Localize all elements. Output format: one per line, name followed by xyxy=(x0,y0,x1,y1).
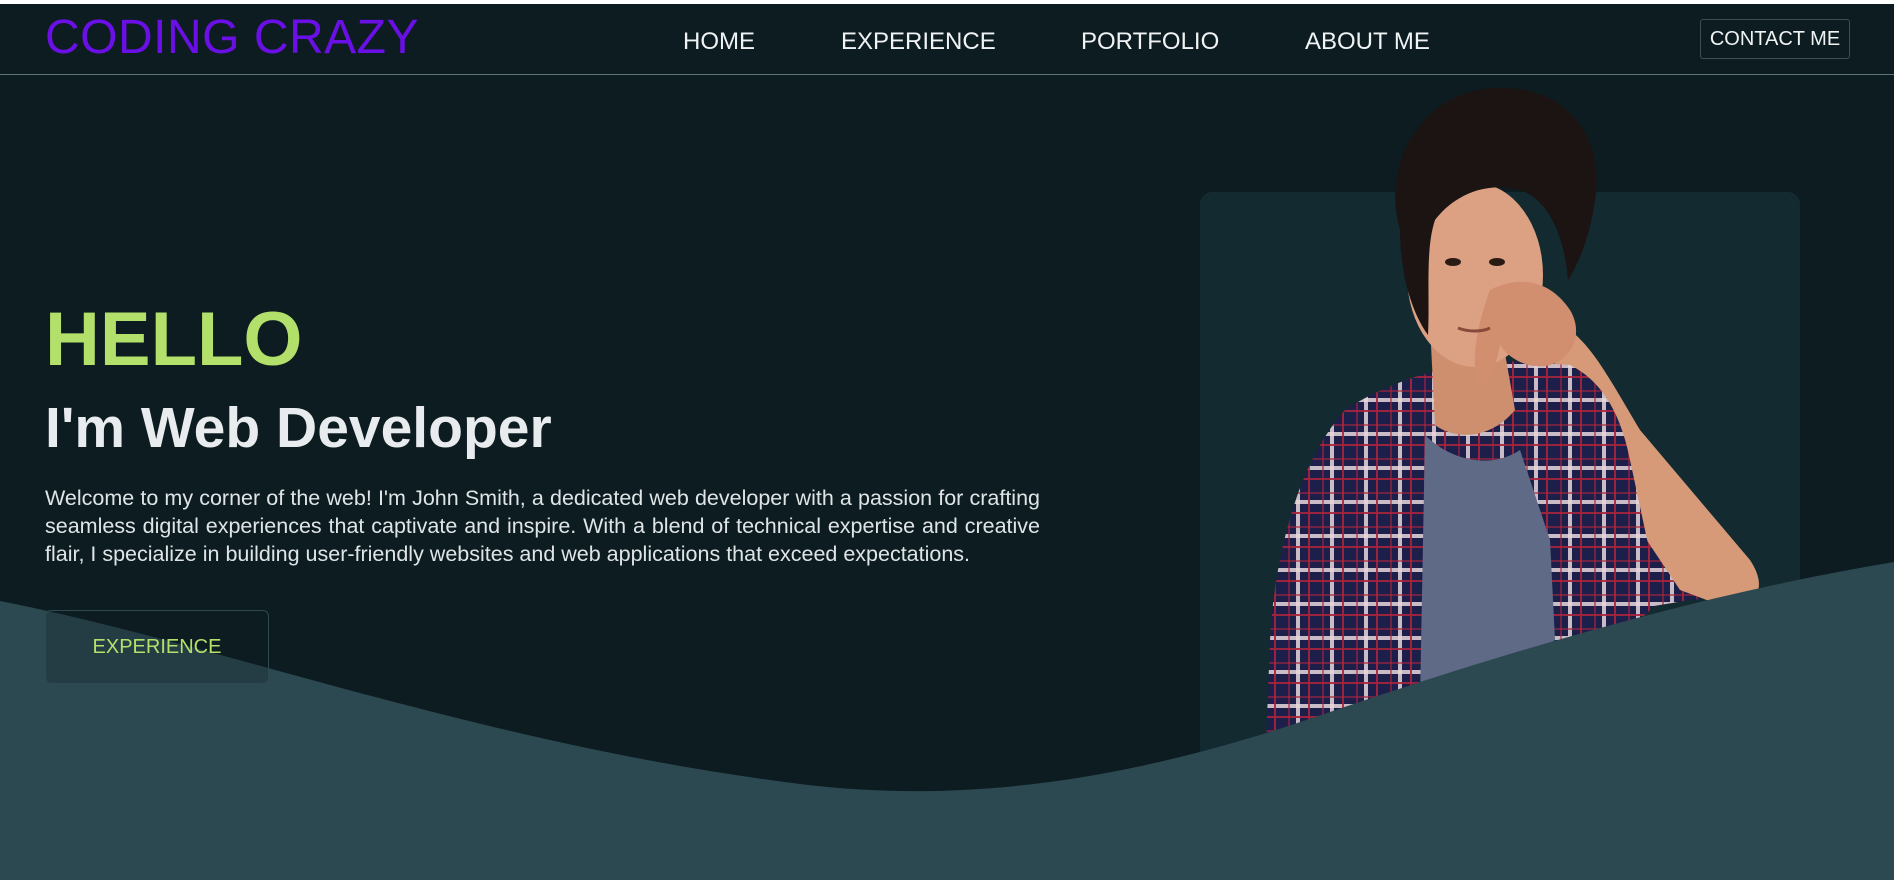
experience-cta-button[interactable]: EXPERIENCE xyxy=(45,610,269,684)
nav-portfolio-link[interactable]: PORTFOLIO xyxy=(1081,25,1219,59)
contact-me-button[interactable]: CONTACT ME xyxy=(1700,19,1850,59)
nav-home-link[interactable]: HOME xyxy=(683,25,755,59)
nav-experience-link[interactable]: EXPERIENCE xyxy=(841,25,996,59)
hero-greeting: HELLO xyxy=(45,297,303,382)
hero-intro-paragraph: Welcome to my corner of the web! I'm Joh… xyxy=(45,486,1040,566)
hero-role-heading: I'm Web Developer xyxy=(45,396,552,460)
page: CODING CRAZY HOME EXPERIENCE PORTFOLIO A… xyxy=(0,4,1894,880)
nav-about-me-link[interactable]: ABOUT ME xyxy=(1305,25,1430,59)
nav-links: HOME EXPERIENCE PORTFOLIO ABOUT ME xyxy=(0,25,1894,59)
top-navbar: CODING CRAZY HOME EXPERIENCE PORTFOLIO A… xyxy=(0,4,1894,75)
